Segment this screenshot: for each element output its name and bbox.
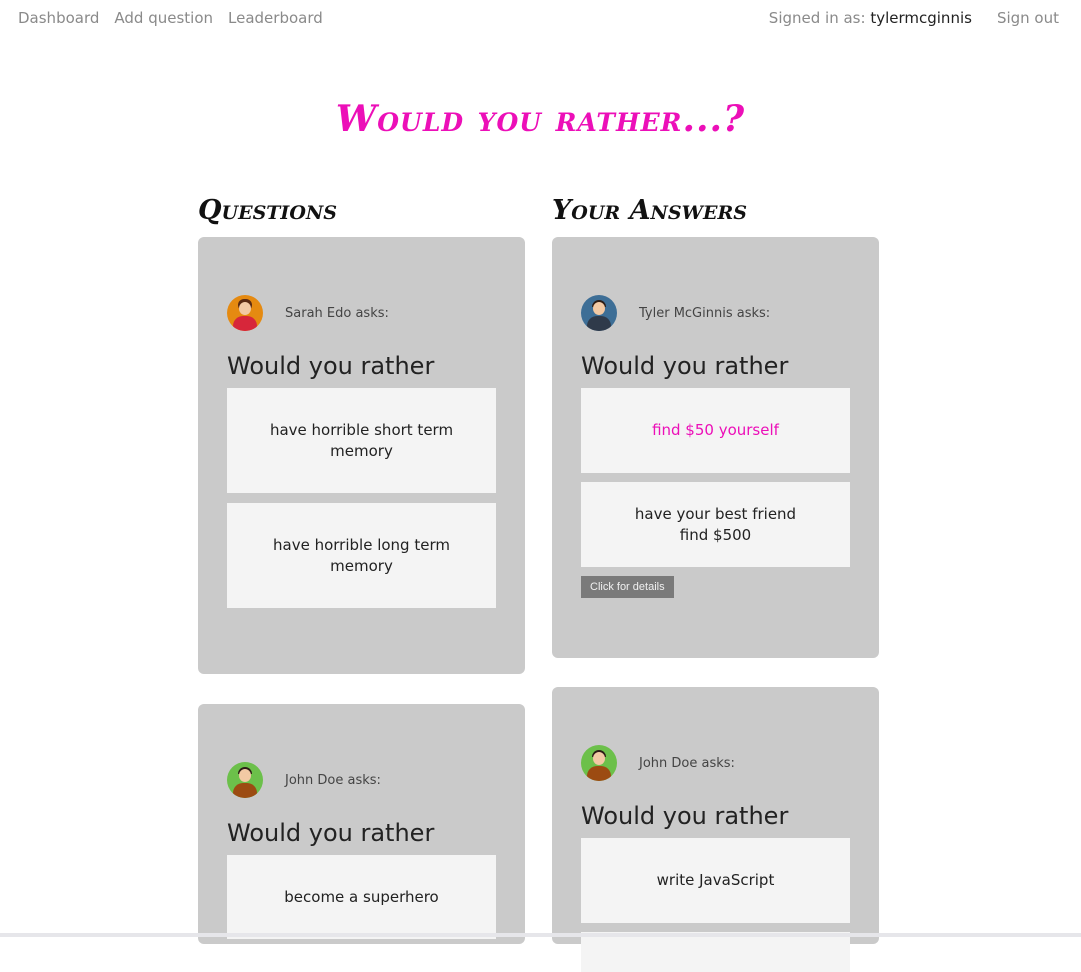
option-two-partial [581,932,850,972]
signed-in-label: Signed in as: [768,9,866,27]
asker-name: Tyler McGinnis asks: [639,305,771,321]
option-two[interactable]: have horrible long term memory [227,503,496,608]
chosen-option: find $50 yourself [581,388,850,473]
other-option: have your best friend find $500 [581,482,850,567]
option-one[interactable]: have horrible short term memory [227,388,496,493]
details-button[interactable]: Click for details [581,576,674,598]
signed-in-username: tylermcginnis [870,9,972,27]
option-one: write JavaScript [581,838,850,923]
asker: Sarah Edo asks: [227,295,389,331]
nav-user-area: Signed in as: tylermcginnis Sign out [769,9,1059,27]
asker: John Doe asks: [581,745,735,781]
answers-heading: Your Answers [552,195,747,226]
question-heading: Would you rather [581,802,789,830]
asker-name: John Doe asks: [285,772,381,788]
question-heading: Would you rather [581,352,789,380]
page-title: Would you rather...? [335,98,746,140]
horizontal-scrollbar[interactable] [0,933,1081,937]
asker: John Doe asks: [227,762,381,798]
sign-out-link[interactable]: Sign out [997,9,1059,27]
question-card[interactable]: Sarah Edo asks: Would you rather have ho… [198,237,525,674]
nav-leaderboard-link[interactable]: Leaderboard [228,9,323,27]
man-avatar-icon [581,295,617,331]
answered-card: John Doe asks: Would you rather write Ja… [552,687,879,972]
nav-add-question-link[interactable]: Add question [114,9,213,27]
asker-name: Sarah Edo asks: [285,305,389,321]
woman-avatar-icon [227,295,263,331]
top-nav: Dashboard Add question Leaderboard Signe… [0,0,1081,38]
signed-in-status: Signed in as: tylermcginnis [769,9,972,27]
question-heading: Would you rather [227,819,435,847]
question-card[interactable]: John Doe asks: Would you rather become a… [198,704,525,944]
nav-links: Dashboard Add question Leaderboard [18,9,323,27]
asker: Tyler McGinnis asks: [581,295,770,331]
answered-card: Tyler McGinnis asks: Would you rather fi… [552,237,879,658]
question-heading: Would you rather [227,352,435,380]
man-avatar-icon [227,762,263,798]
questions-heading: Questions [198,195,337,226]
option-one[interactable]: become a superhero [227,855,496,939]
nav-dashboard-link[interactable]: Dashboard [18,9,99,27]
asker-name: John Doe asks: [639,755,735,771]
man-avatar-icon [581,745,617,781]
